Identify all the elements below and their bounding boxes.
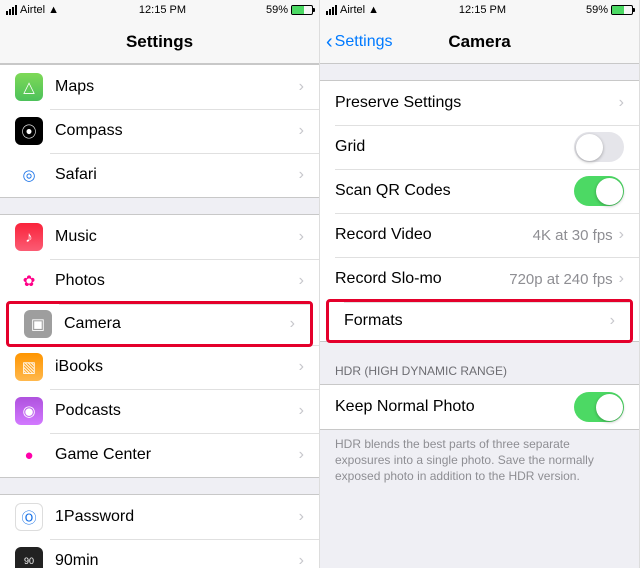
back-label: Settings <box>335 33 393 51</box>
row-label: Compass <box>55 122 299 140</box>
row-label: Podcasts <box>55 402 299 420</box>
90min-icon: 90 <box>15 547 43 568</box>
hdr-footer: HDR blends the best parts of three separ… <box>320 430 639 493</box>
chevron-icon: › <box>619 226 624 244</box>
chevron-left-icon: ‹ <box>326 32 333 52</box>
row-value: 720p at 240 fps <box>509 271 612 288</box>
row-camera[interactable]: ▣ Camera › <box>6 301 313 347</box>
row-scan-qr[interactable]: Scan QR Codes <box>320 169 639 213</box>
safari-icon: ◎ <box>15 161 43 189</box>
battery-pct: 59% <box>586 4 608 16</box>
row-formats[interactable]: Formats › <box>326 299 633 343</box>
photos-icon: ✿ <box>15 267 43 295</box>
hdr-header: HDR (HIGH DYNAMIC RANGE) <box>320 358 639 384</box>
row-maps[interactable]: △ Maps › <box>0 65 319 109</box>
row-1password[interactable]: Ⓞ 1Password › <box>0 495 319 539</box>
row-label: Preserve Settings <box>335 94 619 112</box>
row-record-video[interactable]: Record Video 4K at 30 fps › <box>320 213 639 257</box>
maps-icon: △ <box>15 73 43 101</box>
chevron-icon: › <box>619 94 624 112</box>
camera-list[interactable]: Preserve Settings › Grid Scan QR Codes R… <box>320 80 639 493</box>
row-gamecenter[interactable]: ● Game Center › <box>0 433 319 477</box>
chevron-icon: › <box>299 446 304 464</box>
chevron-icon: › <box>299 358 304 376</box>
chevron-icon: › <box>610 312 615 330</box>
signal-icon <box>6 5 17 15</box>
settings-list[interactable]: △ Maps › ⦿ Compass › ◎ Safari › <box>0 64 319 568</box>
row-compass[interactable]: ⦿ Compass › <box>0 109 319 153</box>
page-title: Settings <box>126 32 193 52</box>
1password-icon: Ⓞ <box>15 503 43 531</box>
row-label: Keep Normal Photo <box>335 398 574 416</box>
nav-bar: Settings <box>0 20 319 64</box>
row-label: Grid <box>335 138 574 156</box>
chevron-icon: › <box>290 315 295 333</box>
chevron-icon: › <box>299 122 304 140</box>
gamecenter-icon: ● <box>15 441 43 469</box>
page-title: Camera <box>448 32 510 52</box>
status-time: 12:15 PM <box>139 4 186 16</box>
music-icon: ♪ <box>15 223 43 251</box>
grid-toggle[interactable] <box>574 132 624 162</box>
row-safari[interactable]: ◎ Safari › <box>0 153 319 197</box>
ibooks-icon: ▧ <box>15 353 43 381</box>
signal-icon <box>326 5 337 15</box>
row-label: Record Video <box>335 226 533 244</box>
row-record-slomo[interactable]: Record Slo-mo 720p at 240 fps › <box>320 257 639 301</box>
row-label: Camera <box>64 315 290 333</box>
battery-icon <box>291 5 313 15</box>
camera-icon: ▣ <box>24 310 52 338</box>
chevron-icon: › <box>299 272 304 290</box>
wifi-icon: ▲ <box>48 4 59 16</box>
scan-qr-toggle[interactable] <box>574 176 624 206</box>
row-music[interactable]: ♪ Music › <box>0 215 319 259</box>
chevron-icon: › <box>299 78 304 96</box>
row-ibooks[interactable]: ▧ iBooks › <box>0 345 319 389</box>
row-label: Photos <box>55 272 299 290</box>
row-preserve-settings[interactable]: Preserve Settings › <box>320 81 639 125</box>
row-label: Scan QR Codes <box>335 182 574 200</box>
row-label: Formats <box>344 312 610 330</box>
chevron-icon: › <box>299 166 304 184</box>
status-bar: Airtel ▲ 12:15 PM 59% <box>0 0 319 20</box>
status-time: 12:15 PM <box>459 4 506 16</box>
keep-normal-toggle[interactable] <box>574 392 624 422</box>
row-label: Maps <box>55 78 299 96</box>
row-90min[interactable]: 90 90min › <box>0 539 319 568</box>
row-photos[interactable]: ✿ Photos › <box>0 259 319 303</box>
row-label: Record Slo-mo <box>335 270 509 288</box>
chevron-icon: › <box>299 402 304 420</box>
battery-pct: 59% <box>266 4 288 16</box>
row-label: 90min <box>55 552 299 568</box>
row-podcasts[interactable]: ◉ Podcasts › <box>0 389 319 433</box>
settings-screen: Airtel ▲ 12:15 PM 59% Settings △ Maps › … <box>0 0 320 568</box>
row-value: 4K at 30 fps <box>533 227 613 244</box>
status-bar: Airtel ▲ 12:15 PM 59% <box>320 0 639 20</box>
row-keep-normal-photo[interactable]: Keep Normal Photo <box>320 385 639 429</box>
wifi-icon: ▲ <box>368 4 379 16</box>
carrier-label: Airtel <box>340 4 365 16</box>
row-label: Music <box>55 228 299 246</box>
row-label: Safari <box>55 166 299 184</box>
row-label: Game Center <box>55 446 299 464</box>
row-grid[interactable]: Grid <box>320 125 639 169</box>
podcasts-icon: ◉ <box>15 397 43 425</box>
row-label: iBooks <box>55 358 299 376</box>
nav-bar: ‹ Settings Camera <box>320 20 639 64</box>
compass-icon: ⦿ <box>15 117 43 145</box>
chevron-icon: › <box>619 270 624 288</box>
carrier-label: Airtel <box>20 4 45 16</box>
battery-icon <box>611 5 633 15</box>
chevron-icon: › <box>299 228 304 246</box>
chevron-icon: › <box>299 508 304 526</box>
back-button[interactable]: ‹ Settings <box>326 32 392 52</box>
chevron-icon: › <box>299 552 304 568</box>
camera-screen: Airtel ▲ 12:15 PM 59% ‹ Settings Camera … <box>320 0 640 568</box>
row-label: 1Password <box>55 508 299 526</box>
